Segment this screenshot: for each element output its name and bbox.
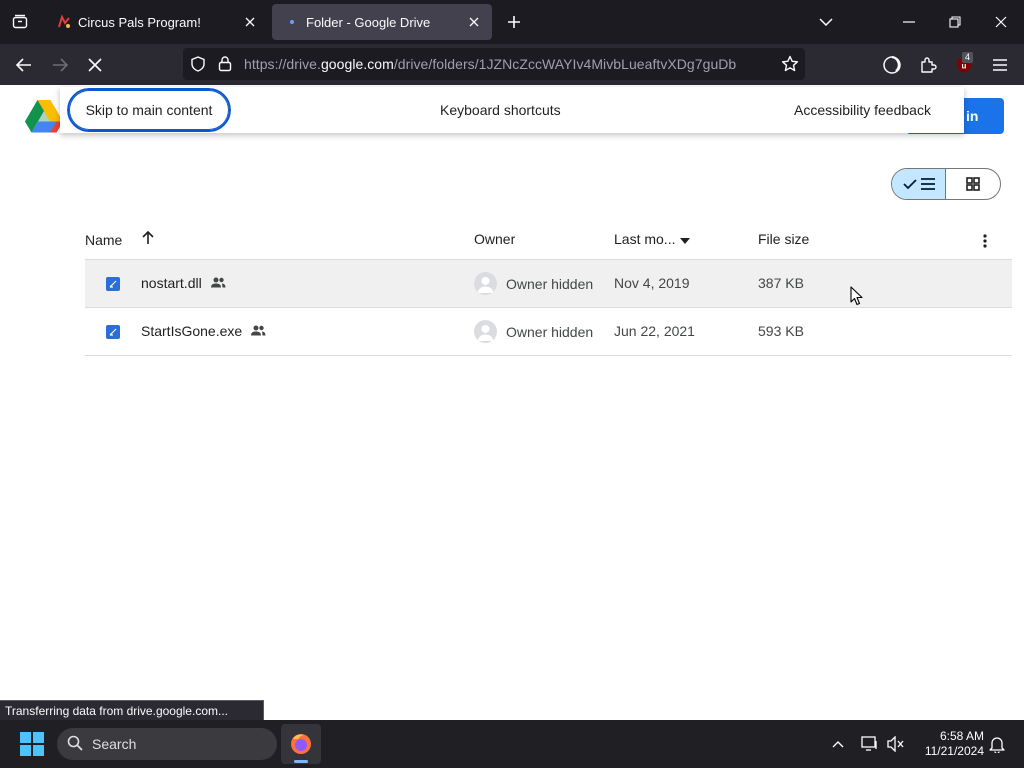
google-drive-logo-icon[interactable] [25,99,63,133]
owner-label: Owner hidden [506,323,594,340]
url-text: https://drive.google.com/drive/folders/1… [244,56,737,72]
shared-people-icon [250,323,266,339]
tracking-shield-icon[interactable] [190,56,206,77]
back-arrow-icon[interactable] [11,52,37,78]
tab-overflow-chevron-icon[interactable] [812,8,840,36]
list-view-button[interactable] [892,169,946,199]
file-size: 593 KB [758,323,804,339]
windows-taskbar: Search 6:58 AM 11/21/2024 [0,720,1024,768]
volume-muted-icon[interactable] [885,734,907,754]
tab-list-icon[interactable] [8,10,32,34]
tab-title: Circus Pals Program! [78,14,201,30]
file-size: 387 KB [758,275,804,291]
tray-overflow-chevron-icon[interactable] [827,734,849,754]
owner-label: Owner hidden [506,275,594,292]
file-name-label: nostart.dll [141,275,202,291]
grid-layout-icon [966,177,980,191]
file-list: Name Owner Last mo... File size nostart.… [85,225,1012,356]
table-row[interactable]: StartIsGone.exe Owner hidden Jun 22, 202… [85,308,1012,356]
tab-title: Folder - Google Drive [306,14,431,30]
avatar-placeholder-icon [474,320,497,343]
extensions-puzzle-icon[interactable] [915,52,941,78]
close-tab-icon[interactable] [238,10,262,34]
browser-tab-bar: Circus Pals Program! Folder - Google Dri… [0,0,1024,44]
loading-dot-icon [284,14,300,30]
sort-dropdown-triangle-icon[interactable] [680,231,691,247]
search-icon [67,735,83,754]
sort-ascending-arrow-icon[interactable] [142,230,154,248]
file-owner: Owner hidden [474,272,593,295]
more-options-icon[interactable] [975,231,995,251]
grid-view-button[interactable] [946,169,1000,199]
clock-time: 6:58 AM [939,729,984,743]
close-window-icon[interactable] [987,8,1015,36]
bookmark-star-icon[interactable] [781,55,799,78]
checkmark-icon [902,179,917,190]
file-type-icon [106,325,120,339]
forward-arrow-icon[interactable] [47,52,73,78]
skip-to-main-content-link[interactable]: Skip to main content [66,87,232,133]
windows-start-icon[interactable] [20,732,44,756]
column-header-last-modified[interactable]: Last mo... [614,231,691,247]
tab-google-drive[interactable]: Folder - Google Drive [272,4,492,40]
taskbar-search-box[interactable]: Search [57,728,277,760]
file-last-modified: Jun 22, 2021 [614,323,695,339]
accessibility-feedback-link[interactable]: Accessibility feedback [794,102,931,118]
column-header-file-size[interactable]: File size [758,231,809,247]
close-tab-icon[interactable] [462,10,486,34]
extension-badge: 4 [962,52,974,63]
restore-icon[interactable] [941,8,969,36]
file-list-header: Name Owner Last mo... File size [85,225,1012,260]
file-owner: Owner hidden [474,320,593,343]
hamburger-menu-icon[interactable] [987,52,1013,78]
column-name-label: Name [85,231,123,248]
file-name[interactable]: StartIsGone.exe [141,323,266,339]
system-clock[interactable]: 6:58 AM 11/21/2024 [916,729,984,759]
circus-favicon-icon [56,14,72,30]
file-name[interactable]: nostart.dll [141,275,226,291]
column-header-name[interactable]: Name [85,230,154,248]
new-tab-icon[interactable] [502,10,526,34]
notification-bell-icon[interactable] [986,734,1008,754]
padlock-icon[interactable] [218,55,232,77]
file-name-label: StartIsGone.exe [141,323,243,339]
table-row[interactable]: nostart.dll Owner hidden Nov 4, 2019 387… [85,260,1012,308]
keyboard-shortcuts-link[interactable]: Keyboard shortcuts [440,102,561,118]
mouse-cursor-icon [850,286,864,306]
network-display-icon[interactable] [859,734,881,754]
sign-in-label: in [966,108,979,124]
minimize-icon[interactable] [895,8,923,36]
stop-loading-icon[interactable] [82,52,108,78]
browser-nav-bar: https://drive.google.com/drive/folders/1… [0,44,1024,85]
column-modified-label: Last mo... [614,231,676,247]
address-bar[interactable]: https://drive.google.com/drive/folders/1… [183,48,805,80]
shared-people-icon [210,275,226,291]
search-label: Search [92,736,137,752]
firefox-taskbar-icon[interactable] [281,724,321,764]
view-toggle [891,168,1001,200]
list-layout-icon [920,178,935,190]
file-last-modified: Nov 4, 2019 [614,275,690,291]
tab-circus-pals[interactable]: Circus Pals Program! [44,4,268,40]
browser-status-text: Transferring data from drive.google.com.… [0,700,264,721]
file-type-icon [106,277,120,291]
clock-date: 11/21/2024 [924,744,984,758]
accessibility-skip-bar: Skip to main content Keyboard shortcuts … [60,87,964,133]
drive-page: in Skip to main content Keyboard shortcu… [0,85,1024,720]
avatar-placeholder-icon [474,272,497,295]
account-sync-icon[interactable] [879,52,905,78]
column-header-owner[interactable]: Owner [474,231,515,247]
